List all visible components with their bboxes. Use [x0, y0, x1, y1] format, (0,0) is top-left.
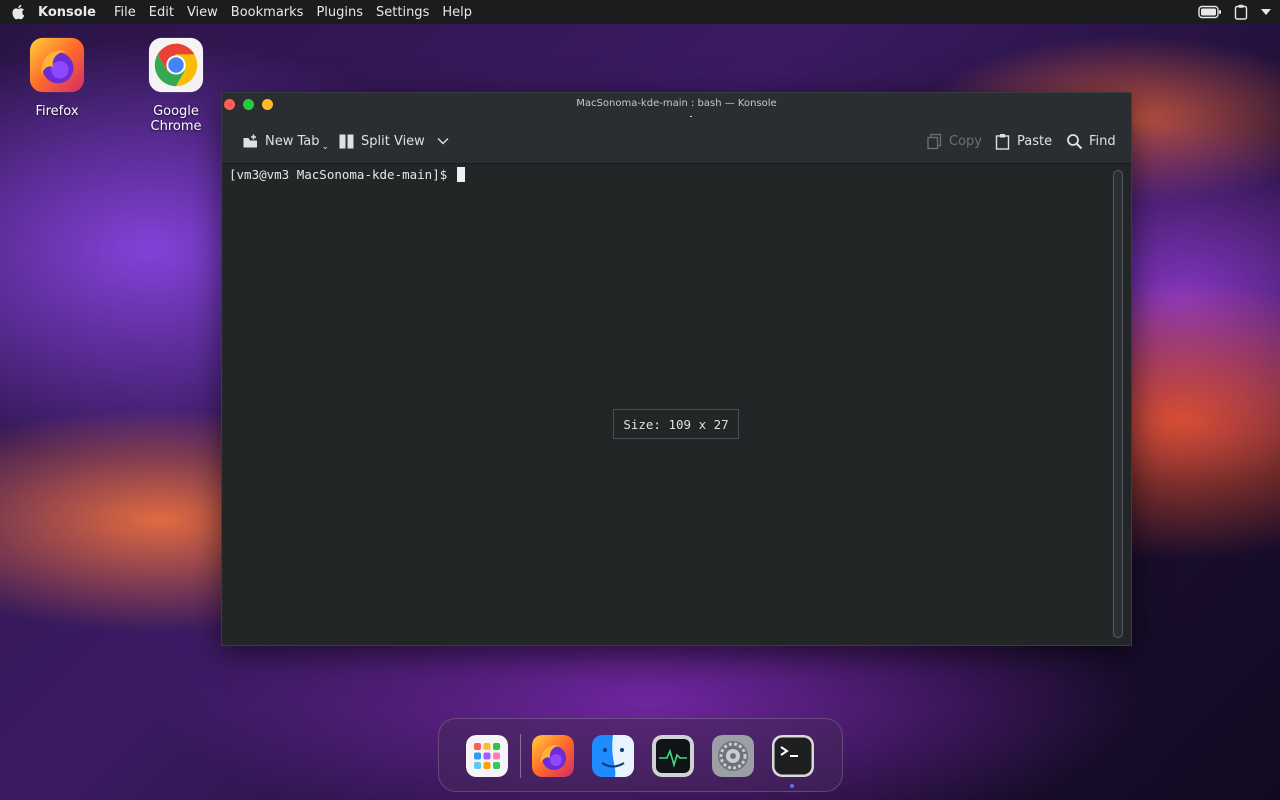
new-tab-dropdown-icon[interactable]: ⌄ — [322, 142, 330, 152]
find-button[interactable]: Find — [1066, 131, 1116, 151]
paste-icon — [995, 133, 1010, 150]
title-bar[interactable]: MacSonoma-kde-main : bash — Konsole — [222, 93, 1131, 135]
desktop-icon-firefox[interactable]: Firefox — [9, 36, 105, 119]
window-title: MacSonoma-kde-main : bash — Konsole — [576, 98, 777, 109]
copy-label: Copy — [949, 133, 982, 149]
firefox-icon[interactable] — [532, 735, 574, 777]
split-view-button[interactable]: Split View — [338, 131, 449, 151]
gear-icon[interactable] — [712, 735, 754, 777]
menu-settings[interactable]: Settings — [376, 5, 429, 20]
running-indicator — [790, 784, 794, 788]
app-name[interactable]: Konsole — [38, 5, 96, 20]
menu-bar: Konsole File Edit View Bookmarks Plugins… — [0, 0, 1280, 24]
firefox-icon — [29, 37, 85, 93]
menu-edit[interactable]: Edit — [149, 5, 174, 20]
menu-help[interactable]: Help — [442, 5, 472, 20]
shell-prompt: [vm3@vm3 MacSonoma-kde-main]$ — [229, 167, 465, 182]
menu-bookmarks[interactable]: Bookmarks — [231, 5, 304, 20]
menu-view[interactable]: View — [187, 5, 218, 20]
copy-icon — [927, 133, 942, 149]
launchpad-icon[interactable] — [466, 735, 508, 777]
chevron-down-icon[interactable] — [437, 137, 449, 145]
terminal-view[interactable]: [vm3@vm3 MacSonoma-kde-main]$ Size: 109 … — [222, 164, 1111, 644]
status-area — [1198, 0, 1272, 24]
paste-label: Paste — [1017, 133, 1053, 149]
dock-separator — [520, 734, 521, 778]
chrome-icon — [148, 37, 204, 93]
text-cursor — [456, 167, 465, 182]
battery-icon[interactable] — [1198, 5, 1222, 19]
terminal-icon[interactable] — [772, 735, 814, 777]
desktop-icon-label: Firefox — [35, 104, 79, 119]
konsole-window: MacSonoma-kde-main : bash — Konsole New … — [221, 92, 1132, 646]
split-view-icon — [339, 134, 354, 148]
size-tooltip: Size: 109 x 27 — [613, 409, 739, 439]
desktop-icon-label: Google Chrome — [150, 104, 202, 134]
prompt-text: [vm3@vm3 MacSonoma-kde-main]$ — [229, 167, 455, 182]
toolbar: New Tab ⌄ Split View Copy Paste Find — [222, 117, 1131, 164]
clipboard-icon[interactable] — [1234, 4, 1248, 20]
new-tab-button[interactable]: New Tab ⌄ — [242, 131, 330, 152]
finder-icon[interactable] — [592, 735, 634, 777]
menu-plugins[interactable]: Plugins — [316, 5, 363, 20]
copy-button[interactable]: Copy — [926, 131, 982, 151]
new-tab-label: New Tab — [265, 133, 320, 149]
activity-monitor-icon[interactable] — [652, 735, 694, 777]
find-label: Find — [1089, 133, 1116, 149]
chevron-down-icon[interactable] — [1260, 8, 1272, 16]
vertical-scrollbar[interactable] — [1113, 170, 1123, 638]
split-view-label: Split View — [361, 133, 425, 149]
search-icon — [1067, 133, 1083, 149]
menu-file[interactable]: File — [114, 5, 136, 20]
apple-icon[interactable] — [10, 3, 28, 21]
new-tab-icon — [243, 134, 257, 147]
paste-button[interactable]: Paste — [994, 131, 1052, 151]
dock — [438, 718, 843, 792]
desktop-icon-chrome[interactable]: Google Chrome — [126, 36, 226, 134]
